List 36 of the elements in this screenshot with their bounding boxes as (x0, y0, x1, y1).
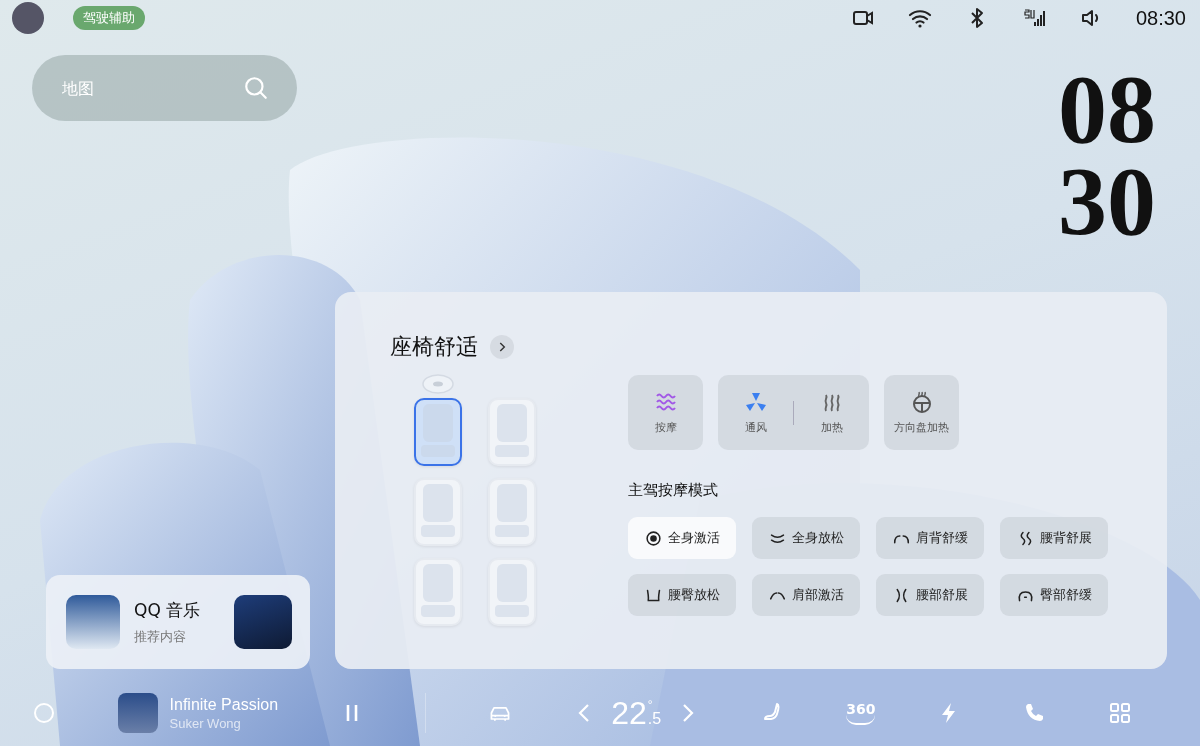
home-icon[interactable] (32, 701, 56, 725)
massage-button[interactable]: 按摩 (628, 375, 703, 450)
music-card[interactable]: QQ 音乐 推荐内容 (46, 575, 310, 669)
album-art-placeholder[interactable] (117, 693, 158, 733)
temperature-unit: ° (647, 699, 654, 711)
fan-button[interactable]: 通风 (718, 375, 793, 450)
massage-mode-button[interactable]: 全身放松 (752, 517, 860, 559)
search-icon[interactable] (243, 75, 269, 101)
massage-mode-button[interactable]: 腰背舒展 (1000, 517, 1108, 559)
album-art-placeholder (234, 595, 292, 649)
search-field[interactable]: 地图 (32, 55, 297, 121)
section-title: 主驾按摩模式 (628, 481, 719, 500)
massage-mode-button[interactable]: 全身激活 (628, 517, 736, 559)
massage-mode-button[interactable]: 肩部激活 (752, 574, 860, 616)
wheel-button[interactable]: 方向盘加热 (884, 375, 959, 450)
panel-title: 座椅舒适 (390, 333, 478, 361)
heat-button[interactable]: 加热 (794, 375, 869, 450)
apps-grid-icon[interactable] (1108, 701, 1132, 725)
massage-mode-button[interactable]: 腰臀放松 (628, 574, 736, 616)
clock-minutes: 30 (1058, 155, 1156, 247)
music-subtitle: 推荐内容 (134, 627, 187, 646)
massage-mode-button[interactable]: 肩背舒缓 (876, 517, 984, 559)
music-app-title: QQ 音乐 (134, 598, 201, 622)
massage-mode-button[interactable]: 腰部舒展 (876, 574, 984, 616)
avatar[interactable] (12, 2, 44, 34)
seat[interactable] (414, 398, 462, 466)
status-time: 08:30 (1135, 6, 1186, 30)
track-title: Infinite Passion (169, 695, 279, 714)
album-art-placeholder (66, 595, 120, 649)
clock-hours: 08 (1058, 63, 1156, 155)
massage-mode-button[interactable]: 臀部舒缓 (1000, 574, 1108, 616)
chevron-button[interactable] (490, 335, 514, 359)
temperature-decimal: .5 (647, 711, 662, 727)
temperature-value: 22 (611, 694, 647, 732)
track-artist: Suker Wong (169, 715, 242, 731)
target-icon (644, 529, 662, 547)
